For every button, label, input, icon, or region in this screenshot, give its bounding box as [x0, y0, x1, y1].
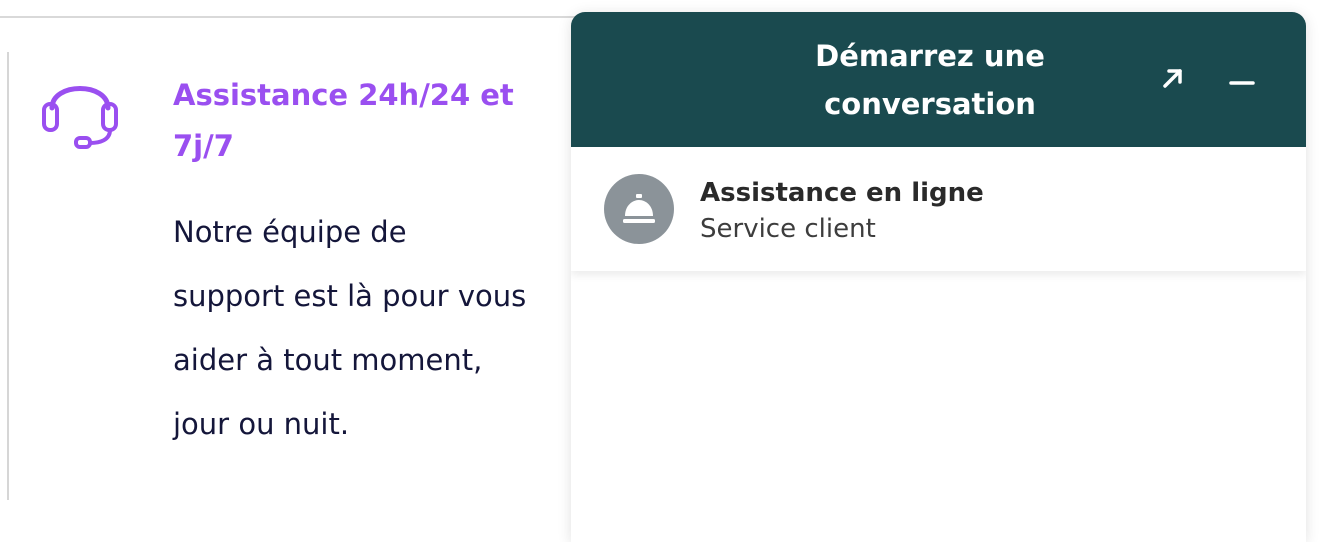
description-line: Notre équipe de — [173, 215, 407, 249]
avatar — [604, 174, 674, 244]
description-line: support est là pour vous — [173, 279, 527, 313]
chat-header: Démarrez une conversation — [571, 12, 1306, 147]
description-line: jour ou nuit. — [173, 407, 350, 441]
chat-widget: Démarrez une conversation Assistance en … — [571, 12, 1306, 542]
expand-button[interactable] — [1155, 60, 1191, 96]
conversation-subtitle: Service client — [700, 214, 876, 244]
minimize-button[interactable] — [1224, 60, 1260, 96]
feature-title: Assistance 24h/24 et 7j/7 — [173, 78, 514, 163]
headset-icon — [40, 68, 120, 152]
minus-icon — [1229, 81, 1255, 85]
left-divider — [7, 52, 9, 500]
concierge-bell-icon — [623, 194, 655, 223]
conversation-item[interactable]: Assistance en ligne Service client — [571, 147, 1306, 271]
description-line: aider à tout moment, — [173, 343, 483, 377]
feature-description: Notre équipe de support est là pour vous… — [173, 200, 573, 456]
conversation-name: Assistance en ligne — [700, 178, 984, 208]
top-divider — [0, 16, 600, 18]
chat-title: Démarrez une conversation — [815, 39, 1045, 121]
arrow-up-right-icon — [1163, 69, 1182, 88]
